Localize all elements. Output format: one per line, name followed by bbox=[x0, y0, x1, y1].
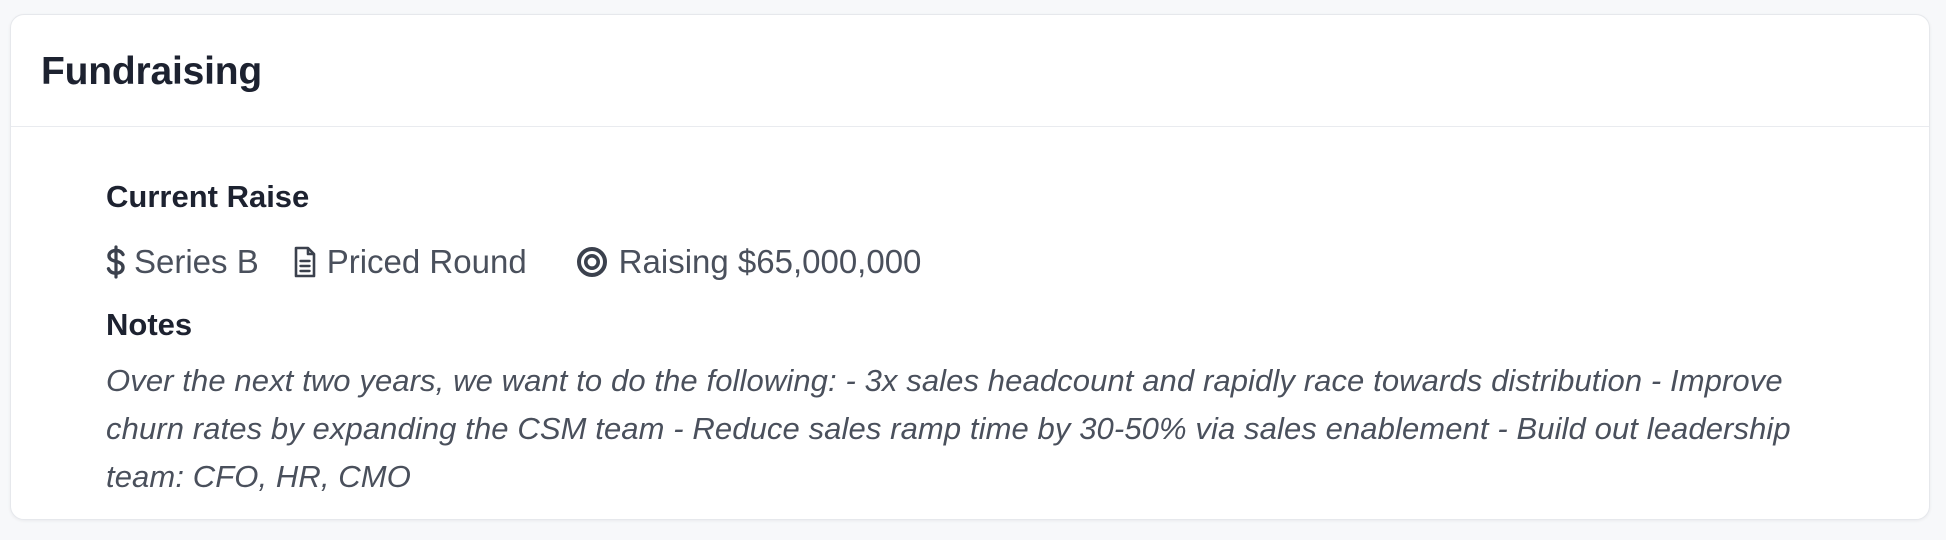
round-type-detail: Priced Round bbox=[293, 241, 527, 283]
raise-details-row: Series B Priced Round Raising $65,000,00… bbox=[106, 241, 921, 283]
series-label: Series B bbox=[134, 243, 259, 280]
notes-heading: Notes bbox=[106, 307, 193, 342]
series-detail: Series B bbox=[106, 241, 259, 283]
target-icon bbox=[575, 245, 609, 279]
current-raise-heading: Current Raise bbox=[106, 179, 310, 214]
document-icon bbox=[293, 246, 317, 278]
round-type-label: Priced Round bbox=[326, 243, 527, 280]
raise-target-detail: Raising $65,000,000 bbox=[575, 241, 922, 283]
notes-text: Over the next two years, we want to do t… bbox=[106, 363, 1791, 494]
dollar-icon bbox=[106, 245, 126, 279]
card-header: Fundraising bbox=[11, 15, 1929, 127]
fundraising-card: Fundraising Current Raise Series B Price… bbox=[10, 14, 1930, 520]
card-title: Fundraising bbox=[41, 50, 262, 93]
raise-target-label: Raising $65,000,000 bbox=[618, 243, 922, 280]
